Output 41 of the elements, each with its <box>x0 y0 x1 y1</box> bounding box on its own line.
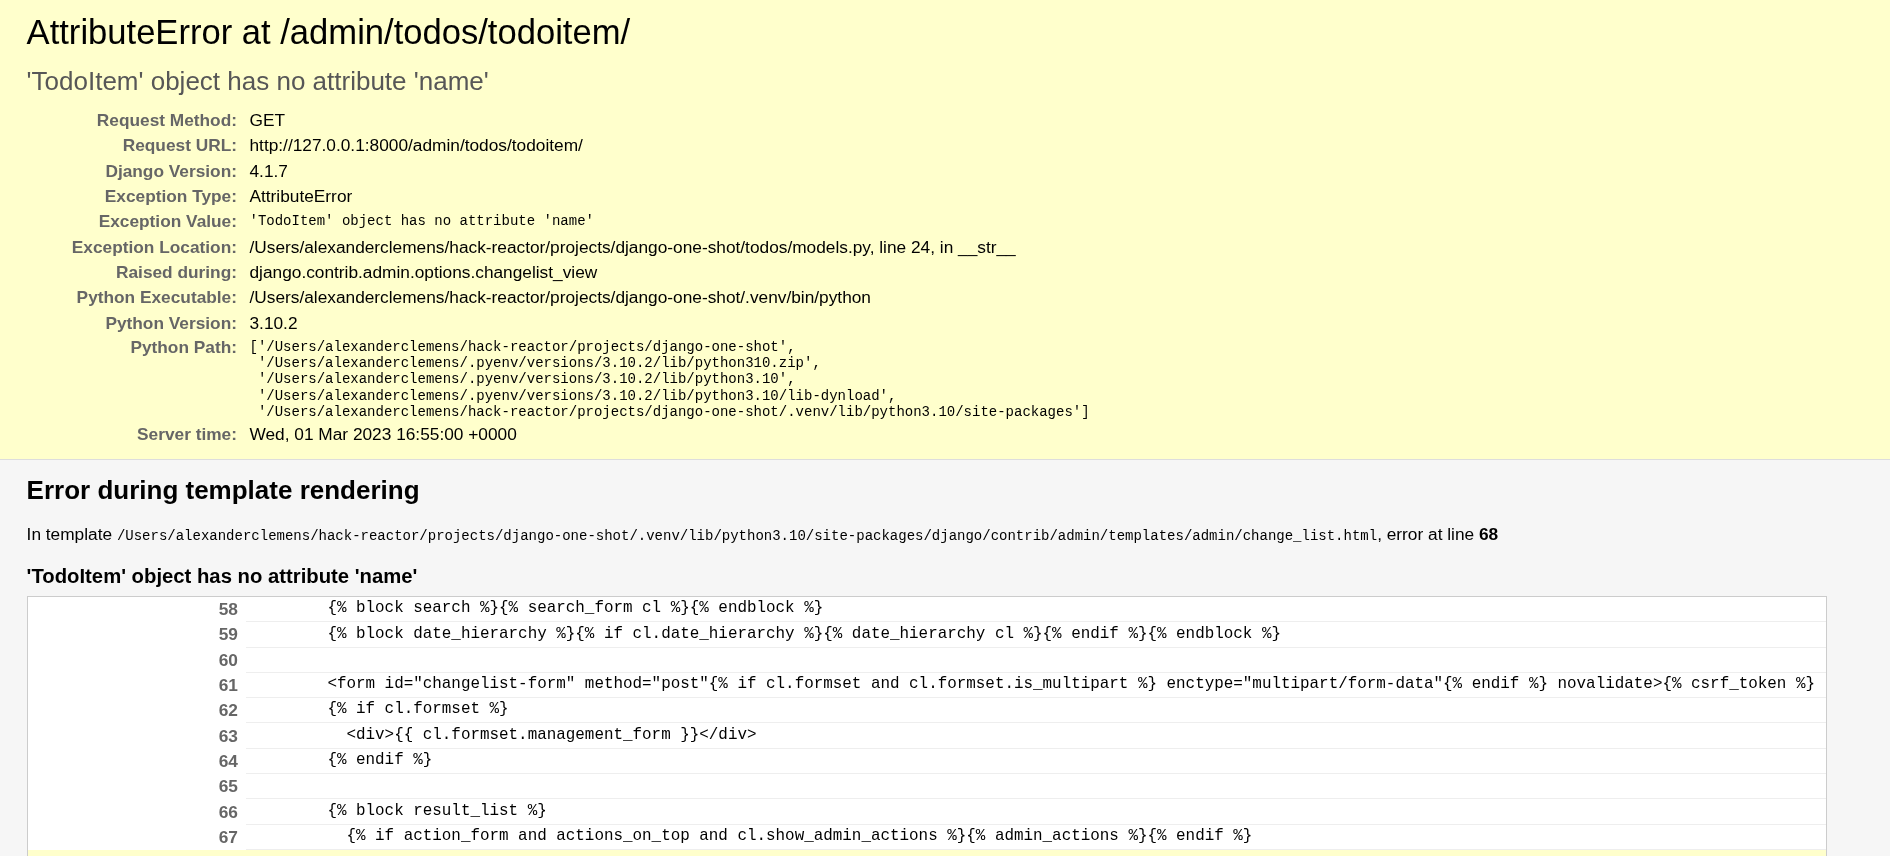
line-number: 61 <box>218 675 238 697</box>
field-label: Python Version: <box>104 312 237 334</box>
line-number: 59 <box>218 624 238 646</box>
code-line: <div>{{ cl.formset.management_form }}</div> <box>245 723 1826 749</box>
line-number: 63 <box>218 725 238 747</box>
field-label: Exception Location: <box>70 236 237 258</box>
field-value: Wed, 01 Mar 2023 16:55:00 +0000 <box>249 423 517 445</box>
field-label: Python Path: <box>129 335 237 358</box>
line-number: 64 <box>218 750 238 772</box>
field-label: Exception Type: <box>103 186 237 208</box>
section-heading: Error during template rendering <box>26 475 421 505</box>
line-number: 66 <box>218 801 238 823</box>
exception-message: 'TodoItem' object has no attribute 'name' <box>26 66 490 96</box>
field-value: AttributeError <box>249 186 353 208</box>
code-line: {% if action_form and actions_on_top and cl.show_admin_actions %}{% admin_actions %}{% endif %} <box>245 824 1826 850</box>
field-value: http://127.0.0.1:8000/admin/todos/todoitem/ <box>249 135 583 157</box>
code-line: {% block result_list %} <box>245 799 1826 825</box>
field-value: 4.1.7 <box>249 160 288 182</box>
code-line: {% block date_hierarchy %}{% if cl.date_hierarchy %}{% date_hierarchy cl %}{% endif %}{% endblock %} <box>245 622 1826 648</box>
line-number: 65 <box>218 776 238 798</box>
field-value: 3.10.2 <box>249 312 298 334</box>
python-path-value: ['/Users/alexanderclemens/hack-reactor/projects/django-one-shot', '/Users/alexanderclemens/.pyenv/versions/3.10.2/lib/python310.zip', '/Users/alexanderclemens/.pyenv/versions/3.10.2/lib/python3.10', '/Users/alexanderclemens/.pyenv/versions/3.10.2/lib/python3.10/lib-dynload', '/Users/alexanderclemens/hack-reactor/projects/django-one-shot/.venv/lib/python3.10/site-packages'] <box>249 338 1090 421</box>
field-value: /Users/alexanderclemens/hack-reactor/projects/django-one-shot/todos/models.py, line 24, in __str__ <box>249 236 1016 258</box>
line-number: 62 <box>218 700 238 722</box>
line-number: 58 <box>218 599 238 621</box>
field-value: django.contrib.admin.options.changelist_view <box>249 261 598 283</box>
field-label: Request URL: <box>121 135 237 157</box>
field-label: Request Method: <box>95 110 237 132</box>
template-error-location: In template /Users/alexanderclemens/hack-reactor/projects/django-one-shot/.venv/lib/python3.10/site-packages/django/contrib/admin/templates/admin/change_list.html, error at line 68 <box>26 523 1500 546</box>
field-label: Exception Value: <box>97 211 237 233</box>
field-value: GET <box>249 110 285 132</box>
field-label: Django Version: <box>104 160 237 182</box>
line-number: 60 <box>218 649 238 671</box>
exception-value: 'TodoItem' object has no attribute 'name' <box>249 213 594 231</box>
template-error-message: 'TodoItem' object has no attribute 'name' <box>26 564 419 588</box>
error-title: AttributeError at /admin/todos/todoitem/ <box>26 12 632 53</box>
field-label: Raised during: <box>115 261 237 283</box>
line-number: 67 <box>218 826 238 848</box>
field-label: Server time: <box>136 423 237 445</box>
field-value: /Users/alexanderclemens/hack-reactor/projects/django-one-shot/.venv/bin/python <box>249 287 871 309</box>
field-label: Python Executable: <box>75 287 237 309</box>
